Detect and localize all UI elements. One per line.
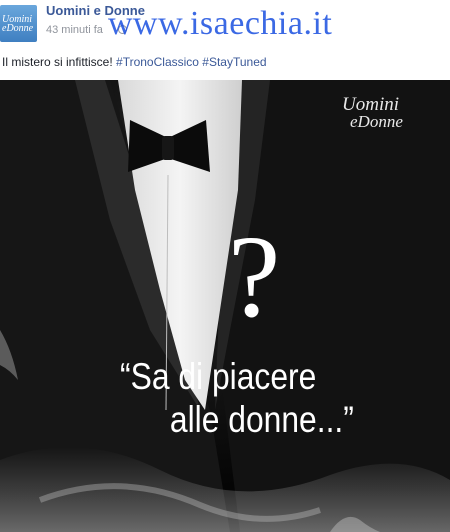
site-watermark: www.isaechia.it xyxy=(108,5,333,42)
quote-text: “Sa di piacere alle donne...” xyxy=(120,355,378,441)
hashtag-stay-tuned[interactable]: #StayTuned xyxy=(202,55,266,69)
quote-line-1: “Sa di piacere xyxy=(120,356,317,397)
post-photo[interactable]: Uomini eDonne ? “Sa di piacere alle donn… xyxy=(0,80,450,532)
question-mark: ? xyxy=(228,211,281,342)
show-logo: Uomini eDonne xyxy=(342,94,403,131)
avatar-logo: Uomini eDonne xyxy=(2,14,34,34)
hashtag-trono-classico[interactable]: #TronoClassico xyxy=(116,55,199,69)
tuxedo-illustration xyxy=(0,80,450,532)
post-header: Uomini eDonne Uomini e Donne 43 minuti f… xyxy=(0,0,450,52)
quote-line-2: alle donne...” xyxy=(169,399,354,440)
page-avatar[interactable]: Uomini eDonne xyxy=(0,5,37,42)
post-timestamp[interactable]: 43 minuti fa xyxy=(46,24,103,36)
post-caption: Il mistero si infittisce! #TronoClassico… xyxy=(2,55,267,69)
caption-text: Il mistero si infittisce! xyxy=(2,55,117,69)
